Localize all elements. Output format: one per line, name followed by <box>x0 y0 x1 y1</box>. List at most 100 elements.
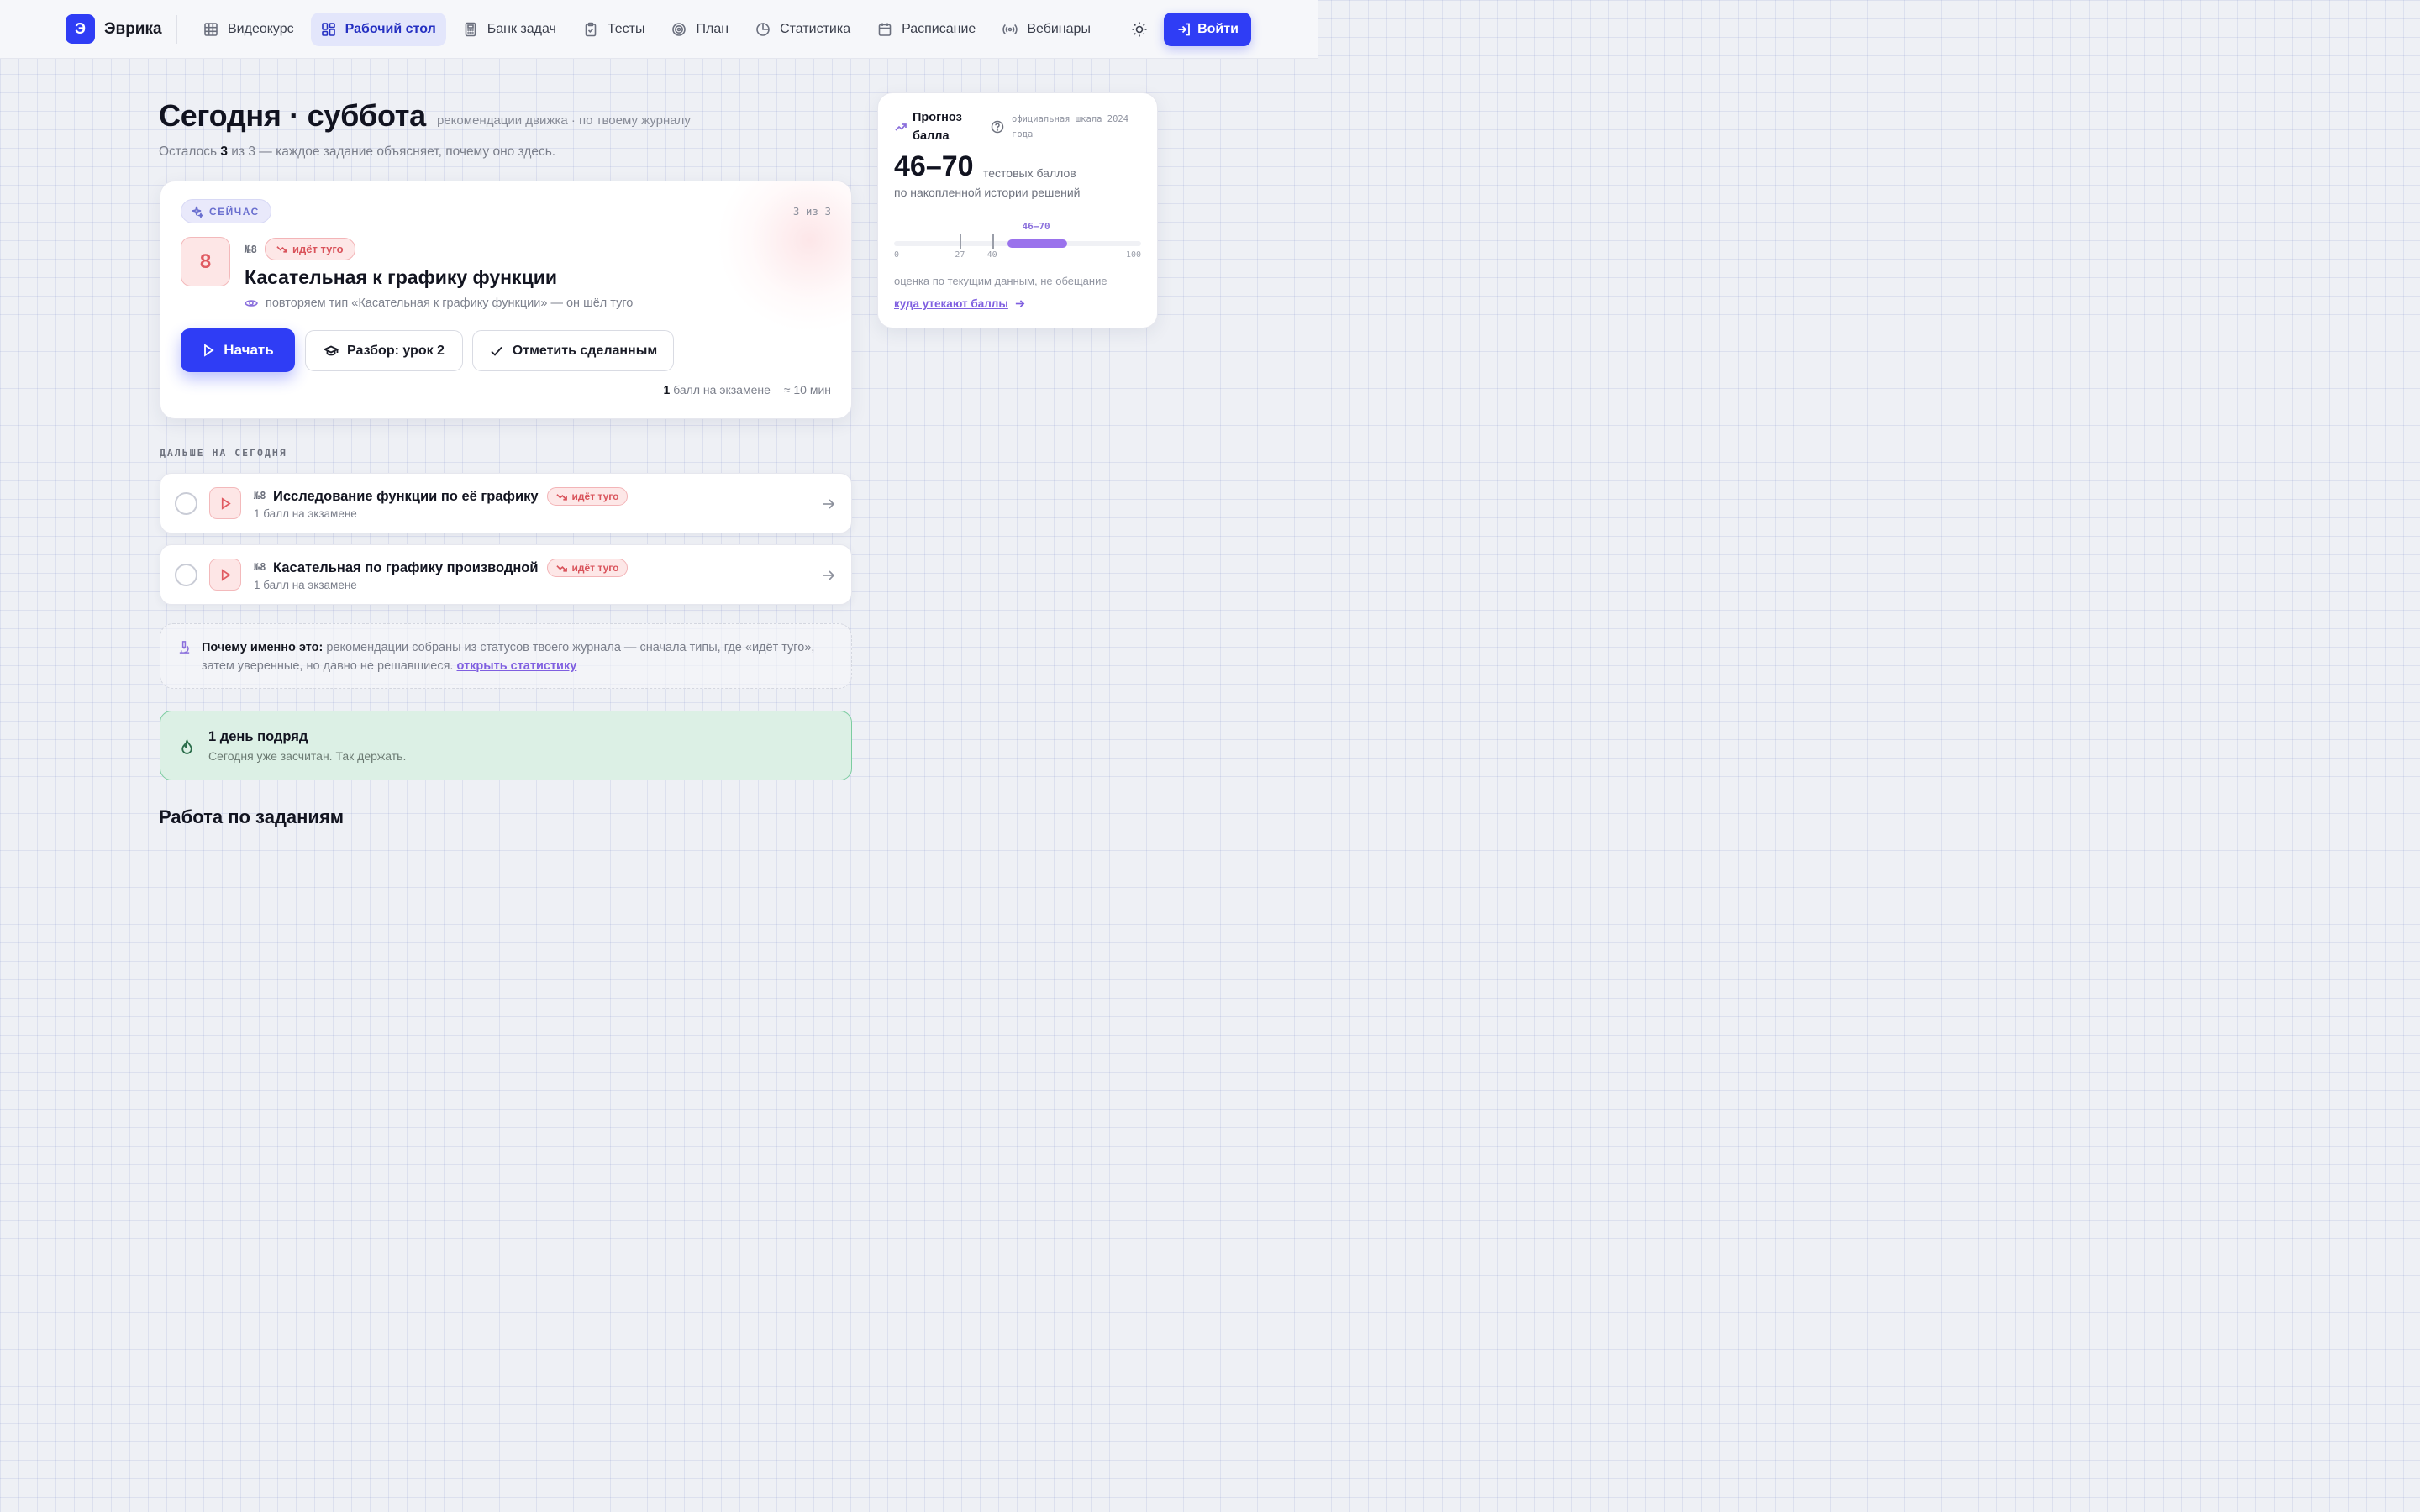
streak-subtitle: Сегодня уже засчитан. Так держать. <box>208 749 407 763</box>
pie-chart-icon <box>756 23 770 36</box>
start-button[interactable]: Начать <box>181 328 295 372</box>
task-meta: 1 балл на экзамене ≈ 10 мин <box>664 383 831 396</box>
recommendation-explanation: Почему именно это: рекомендации собраны … <box>160 623 852 689</box>
complete-checkbox[interactable] <box>175 492 197 515</box>
play-icon <box>221 568 231 581</box>
eye-icon <box>245 300 258 307</box>
nav-item-label: План <box>696 22 729 36</box>
nav-item-label: Тесты <box>607 22 645 36</box>
dashboard-icon <box>321 23 335 36</box>
scale-max-label: 100 <box>1125 250 1141 260</box>
now-badge: СЕЙЧАС <box>181 199 271 223</box>
status-badge-label: идёт туго <box>571 562 619 574</box>
arrow-right-icon[interactable] <box>821 496 836 512</box>
broadcast-icon <box>1002 24 1018 35</box>
play-task-button[interactable] <box>209 487 241 519</box>
next-section-caption: ДАЛЬШЕ НА СЕГОДНЯ <box>160 447 287 459</box>
remaining-prefix: Осталось <box>159 144 218 159</box>
nav-item-videocourse[interactable]: Видеокурс <box>193 13 304 46</box>
theme-toggle-button[interactable] <box>1128 18 1151 41</box>
list-item[interactable]: №8 Исследование функции по её графику ид… <box>160 473 852 533</box>
forecast-band-label: 46–70 <box>1022 221 1050 232</box>
nav-item-label: Вебинары <box>1027 22 1091 36</box>
trend-down-icon <box>276 246 287 253</box>
graduation-cap-icon <box>324 345 339 355</box>
remaining-suffix: из 3 — каждое задание объясняет, почему … <box>231 144 556 159</box>
brand-name: Эврика <box>104 19 162 38</box>
login-button[interactable]: Войти <box>1164 13 1251 46</box>
status-badge: идёт туго <box>546 559 629 577</box>
current-task-card: СЕЙЧАС 3 из 3 8 №8 идёт туго Касательная… <box>160 181 852 419</box>
flame-icon <box>182 739 192 754</box>
page-title: Сегодня · суббота <box>159 98 426 133</box>
forecast-title: Прогноз балла <box>913 111 962 143</box>
remaining-count: 3 <box>220 144 228 159</box>
card-glow-decoration <box>717 181 851 333</box>
arrow-right-icon[interactable] <box>821 568 836 583</box>
mark-done-button[interactable]: Отметить сделанным <box>472 330 674 371</box>
brand-divider <box>176 15 177 44</box>
trend-down-icon <box>555 564 567 572</box>
status-badge: идёт туго <box>265 238 355 260</box>
scale-threshold-tick <box>992 234 994 249</box>
play-task-button[interactable] <box>209 559 241 591</box>
scale-threshold-label: 27 <box>955 250 965 260</box>
explanation-lead: Почему именно это: <box>202 641 324 654</box>
task-number-tile: 8 <box>181 237 230 286</box>
forecast-scale-note: официальная шкала 2024 года <box>1012 114 1129 139</box>
points-label: балл на экзамене <box>673 383 771 396</box>
score-leak-link-label: куда утекают баллы <box>894 297 1008 310</box>
nav-item-label: Статистика <box>780 22 851 36</box>
work-section-title: Работа по заданиям <box>159 806 345 827</box>
nav-item-dashboard[interactable]: Рабочий стол <box>310 13 446 46</box>
scale-threshold-label: 40 <box>986 250 997 260</box>
task-number-label: №8 <box>254 561 266 573</box>
target-icon <box>672 23 687 36</box>
forecast-basis: по накопленной истории решений <box>894 186 1081 199</box>
nav-item-label: Видеокурс <box>228 22 294 36</box>
score-forecast-card: Прогноз балла официальная шкала 2024 год… <box>877 92 1158 328</box>
task-title: Касательная по графику производной идёт … <box>273 559 629 577</box>
nav-item-label: Расписание <box>902 22 976 36</box>
status-badge: идёт туго <box>546 487 629 506</box>
brand-logo-link[interactable]: Э Эврика <box>66 14 162 44</box>
task-reason: повторяем тип «Касательная к графику фун… <box>245 297 633 310</box>
login-button-label: Войти <box>1197 22 1239 36</box>
nav-item-plan[interactable]: План <box>661 13 739 46</box>
nav-item-tests[interactable]: Тесты <box>573 13 655 46</box>
forecast-band-bar <box>1007 239 1067 248</box>
forecast-caveat: оценка по текущим данным, не обещание <box>894 275 1107 287</box>
forecast-range: 46–70 <box>894 150 974 182</box>
task-points: 1 балл на экзамене <box>254 579 357 591</box>
task-title-text: Касательная по графику производной <box>273 559 539 575</box>
open-statistics-link[interactable]: открыть статистику <box>457 659 577 673</box>
task-number-label: №8 <box>245 243 258 255</box>
status-badge-label: идёт туго <box>571 491 619 502</box>
play-icon <box>221 496 231 510</box>
nav-item-statistics[interactable]: Статистика <box>745 13 860 46</box>
review-lesson-button[interactable]: Разбор: урок 2 <box>305 330 463 371</box>
remaining-summary: Осталось 3 из 3 — каждое задание объясня… <box>159 144 555 160</box>
calendar-icon <box>878 23 892 36</box>
task-title: Касательная к графику функции <box>245 266 557 288</box>
nav-item-webinars[interactable]: Вебинары <box>992 13 1101 46</box>
review-button-label: Разбор: урок 2 <box>347 343 445 358</box>
scale-min-label: 0 <box>894 250 900 260</box>
complete-checkbox[interactable] <box>175 564 197 586</box>
login-icon <box>1178 23 1190 36</box>
streak-banner: 1 день подряд Сегодня уже засчитан. Так … <box>160 711 852 780</box>
nav-item-task-bank[interactable]: Банк задач <box>453 13 566 46</box>
task-number-label: №8 <box>254 490 266 501</box>
nav-item-schedule[interactable]: Расписание <box>867 13 986 46</box>
task-counter: 3 из 3 <box>792 205 831 218</box>
task-reason-text: повторяем тип «Касательная к графику фун… <box>266 297 634 310</box>
forecast-unit: тестовых баллов <box>983 166 1076 180</box>
points-value: 1 <box>663 383 671 396</box>
trend-down-icon <box>555 493 567 501</box>
score-leak-link[interactable]: куда утекают баллы <box>894 297 1025 310</box>
forecast-scale: 46–70 0 100 27 40 <box>894 219 1141 266</box>
explanation-text: Почему именно это: рекомендации собраны … <box>202 638 840 675</box>
page-subtitle: рекомендации движка · по твоему журналу <box>437 113 691 128</box>
list-item[interactable]: №8 Касательная по графику производной ид… <box>160 544 852 605</box>
help-icon[interactable] <box>991 120 1004 134</box>
